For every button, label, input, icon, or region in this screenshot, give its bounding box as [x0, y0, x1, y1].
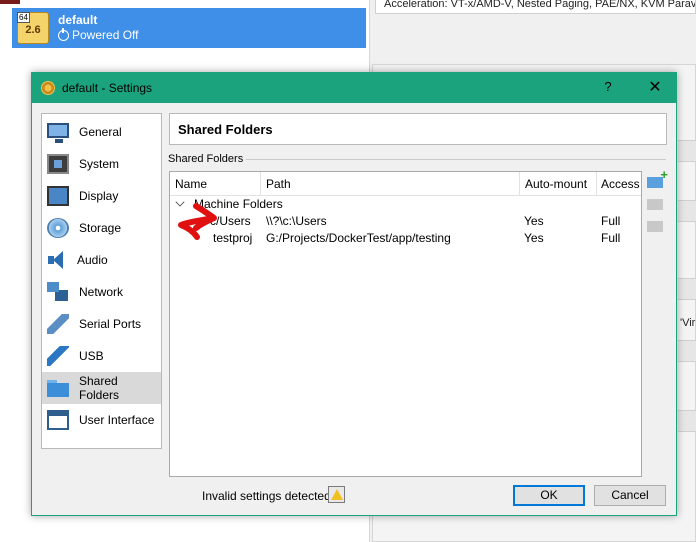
nav-item-general[interactable]: General — [42, 116, 161, 148]
validation-status: Invalid settings detected — [202, 489, 331, 503]
nav-label: Audio — [77, 253, 108, 267]
column-divider — [596, 172, 597, 196]
dialog-titlebar[interactable]: default - Settings ? ✕ — [32, 73, 676, 103]
group-divider — [246, 159, 666, 160]
toolbar-edge — [0, 0, 20, 4]
page-title: Shared Folders — [169, 113, 667, 145]
details-section — [678, 278, 696, 300]
power-off-icon — [58, 27, 69, 41]
warning-icon[interactable] — [328, 486, 345, 503]
vm-item-default[interactable]: 64 2.6 default Powered Off — [12, 8, 366, 48]
add-folder-icon[interactable] — [647, 167, 668, 189]
nav-label: Display — [79, 189, 119, 203]
nav-item-display[interactable]: Display — [42, 180, 161, 212]
table-header: Name Path Auto-mount Access — [170, 172, 641, 196]
nav-label: General — [79, 125, 122, 139]
user-interface-icon — [47, 410, 69, 430]
nav-label: System — [79, 157, 120, 171]
dialog-title: default - Settings — [62, 81, 153, 95]
column-header-name[interactable]: Name — [175, 177, 207, 191]
settings-dialog: default - Settings ? ✕ General System Di… — [31, 72, 677, 516]
nav-item-storage[interactable]: Storage — [42, 212, 161, 244]
machine-folders-group[interactable]: Machine Folders — [174, 196, 283, 212]
nav-label: Network — [79, 285, 124, 299]
column-header-path[interactable]: Path — [266, 177, 291, 191]
table-row[interactable]: c/Users \\?\c:\Users Yes Full — [170, 213, 641, 230]
folder-access: Full — [601, 214, 621, 228]
folder-automount: Yes — [524, 214, 544, 228]
vm-state: Powered Off — [58, 27, 139, 42]
folder-name: testproj — [213, 231, 253, 245]
shared-folders-icon — [47, 378, 69, 398]
display-icon — [47, 186, 69, 206]
nav-item-shared-folders[interactable]: Shared Folders — [42, 372, 161, 404]
column-divider — [519, 172, 520, 196]
system-icon — [47, 154, 69, 174]
edit-folder-icon[interactable] — [647, 195, 665, 211]
ok-button[interactable]: OK — [513, 485, 585, 506]
os-icon: 64 2.6 — [17, 12, 49, 44]
column-header-automount[interactable]: Auto-mount — [525, 177, 587, 191]
details-section — [678, 340, 696, 362]
serial-ports-icon — [47, 314, 69, 334]
nav-label: Shared Folders — [78, 374, 119, 402]
column-header-access[interactable]: Access — [601, 177, 640, 191]
folder-path: \\?\c:\Users — [266, 214, 327, 228]
acceleration-detail: Acceleration: VT-x/AMD-V, Nested Paging,… — [375, 0, 696, 14]
nav-item-user-interface[interactable]: User Interface — [42, 404, 161, 436]
group-label: Shared Folders — [168, 153, 244, 165]
group-name: Machine Folders — [194, 197, 283, 211]
nav-item-serial-ports[interactable]: Serial Ports — [42, 308, 161, 340]
folder-automount: Yes — [524, 231, 544, 245]
vm-name: default — [58, 13, 98, 27]
table-row[interactable]: testproj G:/Projects/DockerTest/app/test… — [170, 230, 641, 247]
vm-state-label: Powered Off — [72, 28, 139, 42]
help-button[interactable]: ? — [598, 79, 618, 94]
folder-path: G:/Projects/DockerTest/app/testing — [266, 231, 451, 245]
details-section — [678, 140, 696, 162]
storage-icon — [47, 218, 69, 238]
chevron-down-icon[interactable] — [175, 197, 185, 207]
close-button[interactable]: ✕ — [642, 77, 668, 97]
column-divider — [260, 172, 261, 196]
cancel-button[interactable]: Cancel — [594, 485, 666, 506]
folder-access: Full — [601, 231, 621, 245]
details-section — [678, 200, 696, 222]
arch-badge: 64 — [17, 12, 30, 23]
folder-name: c/Users — [210, 214, 251, 228]
nav-label: USB — [79, 349, 104, 363]
folder-toolbar — [647, 167, 668, 239]
nav-item-audio[interactable]: Audio — [42, 244, 161, 276]
nav-item-network[interactable]: Network — [42, 276, 161, 308]
usb-icon — [47, 346, 69, 366]
remove-folder-icon[interactable] — [647, 217, 665, 233]
nav-label: Serial Ports — [79, 317, 142, 331]
general-icon — [47, 122, 69, 143]
shared-folders-table[interactable]: Name Path Auto-mount Access Machine Fold… — [169, 171, 642, 477]
audio-icon — [47, 250, 67, 270]
details-section — [678, 410, 696, 432]
details-text: 'Vir — [680, 317, 696, 329]
nav-label: Storage — [79, 221, 122, 235]
os-version: 2.6 — [25, 24, 41, 36]
nav-item-usb[interactable]: USB — [42, 340, 161, 372]
network-icon — [47, 282, 69, 302]
nav-item-system[interactable]: System — [42, 148, 161, 180]
settings-gear-icon — [41, 81, 55, 95]
settings-nav: General System Display Storage Audio Net… — [41, 113, 162, 449]
nav-label: User Interface — [79, 413, 155, 427]
